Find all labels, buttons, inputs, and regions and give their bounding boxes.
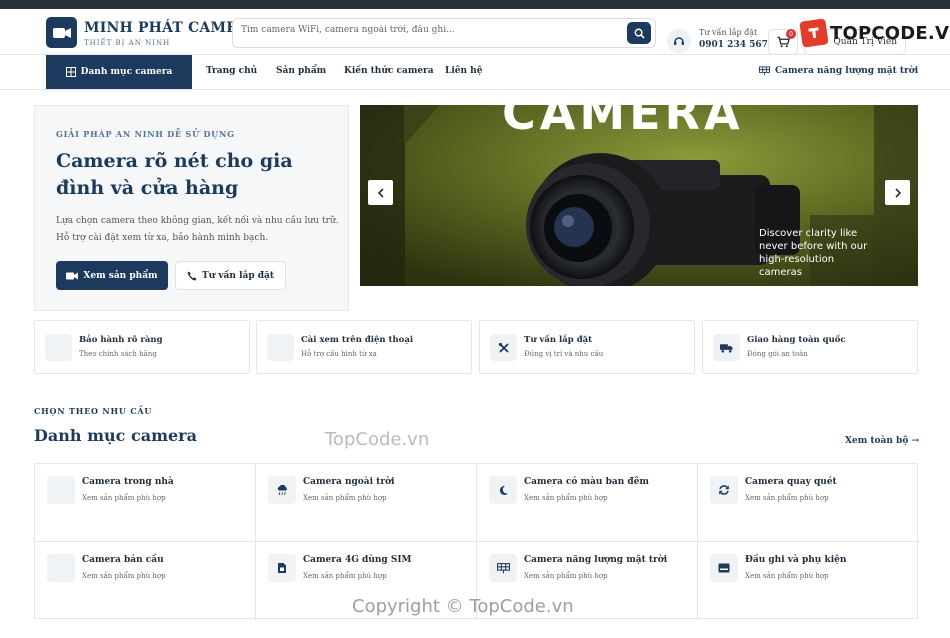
- nav-link-knowledge[interactable]: Kiến thức camera: [344, 66, 434, 76]
- hero-intro-card: GIẢI PHÁP AN NINH DỄ SỬ DỤNG Camera rõ n…: [34, 105, 349, 311]
- category-title: Camera có màu ban đêm: [524, 477, 649, 487]
- feature-subtitle: Đúng vị trí và nhu cầu: [524, 350, 604, 358]
- category-card-recorder[interactable]: Đầu ghi và phụ kiện Xem sản phẩm phù hợp: [698, 542, 919, 620]
- hero-title: Camera rõ nét cho gia đình và cửa hàng: [56, 150, 293, 199]
- headset-icon: [667, 29, 691, 53]
- recorder-icon: [710, 554, 738, 582]
- slider-prev-button[interactable]: [368, 180, 393, 205]
- topcode-watermark-logo: TOPCODE.VN: [799, 18, 950, 48]
- category-card-night-color[interactable]: Camera có màu ban đêm Xem sản phẩm phù h…: [477, 464, 698, 542]
- video-camera-icon: [66, 272, 79, 279]
- tools-icon: [490, 334, 517, 361]
- nav-link-contact[interactable]: Liên hệ: [445, 66, 482, 76]
- category-title: Camera bán cầu: [82, 555, 164, 565]
- feature-title: Cài xem trên điện thoại: [301, 335, 414, 345]
- phone-icon: [187, 271, 197, 280]
- grid-icon: [65, 67, 76, 77]
- site-header: MINH PHÁT CAMERA THIẾT BỊ AN NINH Tư vấn…: [0, 9, 950, 55]
- top-strip: [0, 0, 950, 9]
- search-bar: [232, 18, 656, 48]
- rotate-icon: [710, 476, 738, 504]
- home-icon: [47, 476, 75, 504]
- search-input[interactable]: [241, 25, 621, 35]
- category-subtitle: Xem sản phẩm phù hợp: [745, 494, 829, 502]
- nav-link-home[interactable]: Trang chủ: [206, 66, 257, 76]
- search-icon: [634, 28, 645, 39]
- hero-eyebrow: GIẢI PHÁP AN NINH DỄ SỬ DỤNG: [56, 129, 235, 139]
- search-button[interactable]: [627, 22, 651, 44]
- view-products-label: Xem sản phẩm: [83, 270, 158, 281]
- see-all-link[interactable]: Xem toàn bộ →: [845, 436, 919, 446]
- topcode-logo-text: TOPCODE.VN: [830, 22, 950, 44]
- solar-link-label: Camera năng lượng mặt trời: [775, 66, 919, 76]
- brand-tagline: THIẾT BỊ AN NINH: [84, 39, 171, 47]
- topcode-watermark-center: TopCode.vn: [325, 429, 430, 450]
- feature-warranty: Bảo hành rõ ràng Theo chính sách hãng: [34, 320, 250, 374]
- category-title: Camera 4G dùng SIM: [303, 555, 412, 565]
- phone-icon: [267, 334, 294, 361]
- category-subtitle: Xem sản phẩm phù hợp: [303, 572, 387, 580]
- topcode-watermark-bottom: Copyright © TopCode.vn: [352, 596, 574, 617]
- banner-caption: Discover clarity like never before with …: [759, 228, 868, 278]
- cloud-rain-icon: [268, 476, 296, 504]
- feature-strip: Bảo hành rõ ràng Theo chính sách hãng Cà…: [34, 320, 918, 374]
- section-title: Danh mục camera: [34, 426, 197, 445]
- category-subtitle: Xem sản phẩm phù hợp: [745, 572, 829, 580]
- sim-card-icon: [268, 554, 296, 582]
- view-products-button[interactable]: Xem sản phẩm: [56, 261, 168, 290]
- hero-slider[interactable]: CAMERA Discover clarity like never befor…: [360, 105, 918, 286]
- feature-title: Tư vấn lắp đặt: [524, 335, 593, 345]
- slider-next-button[interactable]: [885, 180, 910, 205]
- category-card-outdoor[interactable]: Camera ngoài trời Xem sản phẩm phù hợp: [256, 464, 477, 542]
- feature-install: Tư vấn lắp đặt Đúng vị trí và nhu cầu: [479, 320, 695, 374]
- cart-count-badge: 0: [786, 29, 796, 39]
- banner-headline: CAMERA: [502, 105, 744, 140]
- category-menu-button[interactable]: Danh mục camera: [46, 55, 192, 89]
- category-title: Đầu ghi và phụ kiện: [745, 555, 847, 565]
- category-card-indoor[interactable]: Camera trong nhà Xem sản phẩm phù hợp: [35, 464, 256, 542]
- install-consult-button[interactable]: Tư vấn lắp đặt: [175, 261, 286, 290]
- category-subtitle: Xem sản phẩm phù hợp: [303, 494, 387, 502]
- support-label: Tư vấn lắp đặt: [699, 28, 758, 37]
- nav-link-products[interactable]: Sản phẩm: [276, 66, 326, 76]
- shield-icon: [45, 334, 72, 361]
- category-card-ptz[interactable]: Camera quay quét Xem sản phẩm phù hợp: [698, 464, 919, 542]
- category-title: Camera quay quét: [745, 477, 837, 487]
- chevron-left-icon: [377, 187, 384, 198]
- topcode-mark-icon: [799, 18, 829, 48]
- category-menu-label: Danh mục camera: [80, 67, 173, 77]
- dome-icon: [47, 554, 75, 582]
- feature-subtitle: Hỗ trợ cấu hình từ xa: [301, 350, 377, 358]
- category-subtitle: Xem sản phẩm phù hợp: [82, 572, 166, 580]
- solar-panel-icon: [759, 66, 770, 76]
- feature-mobile-view: Cài xem trên điện thoại Hỗ trợ cấu hình …: [256, 320, 472, 374]
- feature-title: Giao hàng toàn quốc: [747, 335, 846, 345]
- feature-subtitle: Đóng gói an toàn: [747, 350, 808, 358]
- category-subtitle: Xem sản phẩm phù hợp: [82, 494, 166, 502]
- main-nav: Danh mục camera Trang chủ Sản phẩm Kiến …: [0, 55, 950, 90]
- truck-icon: [713, 334, 740, 361]
- solar-panel-icon: [489, 554, 517, 582]
- category-title: Camera năng lượng mặt trời: [524, 555, 668, 565]
- section-eyebrow: CHỌN THEO NHU CẦU: [34, 406, 153, 416]
- chevron-right-icon: [894, 187, 901, 198]
- category-card-dome[interactable]: Camera bán cầu Xem sản phẩm phù hợp: [35, 542, 256, 620]
- category-title: Camera ngoài trời: [303, 477, 395, 487]
- install-consult-label: Tư vấn lắp đặt: [201, 270, 275, 281]
- feature-shipping: Giao hàng toàn quốc Đóng gói an toàn: [702, 320, 918, 374]
- feature-subtitle: Theo chính sách hãng: [79, 350, 157, 358]
- category-subtitle: Xem sản phẩm phù hợp: [524, 494, 608, 502]
- solar-camera-link[interactable]: Camera năng lượng mặt trời: [759, 66, 918, 76]
- moon-icon: [489, 476, 517, 504]
- category-subtitle: Xem sản phẩm phù hợp: [524, 572, 608, 580]
- support-phone[interactable]: 0901 234 567: [699, 40, 768, 50]
- hero-description: Lựa chọn camera theo không gian, kết nối…: [56, 216, 339, 243]
- category-title: Camera trong nhà: [82, 477, 174, 487]
- camera-logo-icon[interactable]: [46, 17, 77, 48]
- feature-title: Bảo hành rõ ràng: [79, 335, 163, 345]
